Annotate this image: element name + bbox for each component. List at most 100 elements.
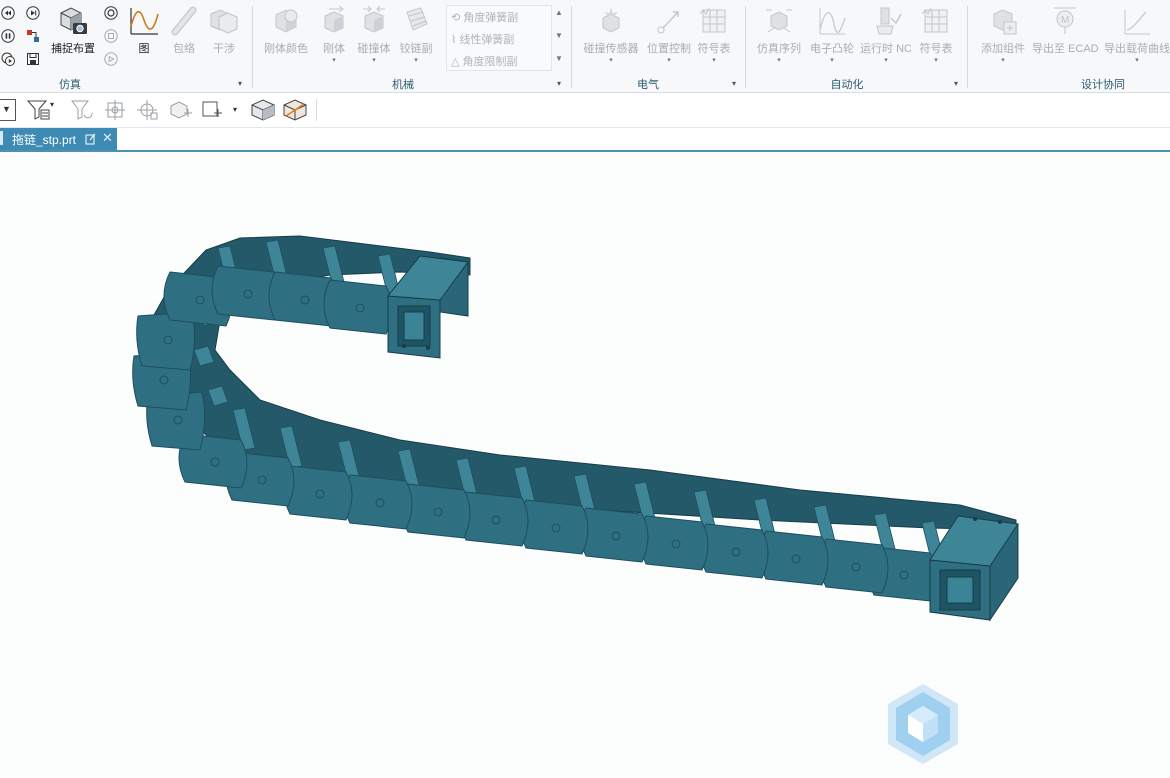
save-state-icon[interactable] — [26, 52, 40, 66]
snap-icon[interactable] — [26, 29, 40, 43]
filter-reset-icon[interactable] — [70, 99, 96, 121]
collision-sensor-button[interactable]: 碰撞传感器 ▾ — [582, 4, 640, 65]
linear-spring-label: 线性弹簧副 — [459, 34, 515, 46]
rewind-icon[interactable] — [1, 6, 15, 20]
runtime-nc-label: 运行时 NC — [860, 43, 912, 55]
angle-spring-item[interactable]: ⟲ 角度弹簧副 — [451, 9, 518, 25]
shaded-cube-icon[interactable] — [250, 99, 276, 121]
play-icon[interactable] — [1, 52, 15, 66]
angle-spring-label: 角度弹簧副 — [463, 12, 519, 24]
group-expand-icon[interactable]: ▾ — [557, 79, 561, 88]
document-tab[interactable]: 拖链_stp.prt ✕ — [0, 128, 117, 150]
chain-link-plate — [759, 530, 829, 586]
group-automation: 仿真序列 ▾ 电子凸轮 ▾ 运行时 NC ▾ 符号表 ▾ 自动化 ▾ — [746, 0, 967, 92]
group-expand-icon[interactable]: ▾ — [238, 79, 242, 88]
collision-body-button[interactable]: 碰撞体 ▾ — [356, 4, 392, 65]
group-title-electrical: 电气 — [637, 79, 659, 91]
crosshair-icon[interactable] — [136, 99, 162, 121]
snap-point-icon[interactable] — [104, 99, 130, 121]
capture-layout-icon — [60, 7, 87, 34]
spring-scroll-down[interactable]: ▼ — [555, 31, 563, 40]
group-expand-icon[interactable]: ▾ — [732, 79, 736, 88]
spring-scroll-up[interactable]: ▲ — [555, 8, 563, 17]
rigid-color-label: 刚体颜色 — [264, 43, 308, 55]
selection-filter-dropdown[interactable]: ▼ — [0, 99, 16, 121]
export-curve-icon — [1124, 10, 1150, 35]
pause-icon[interactable] — [1, 29, 15, 43]
svg-text:▾: ▾ — [233, 105, 237, 114]
interference-label: 干涉 — [213, 43, 235, 55]
add-component-label: 添加组件 — [981, 43, 1025, 55]
sim-sequence-label: 仿真序列 — [757, 43, 801, 55]
capture-layout-button[interactable]: 捕捉布置 — [48, 4, 98, 56]
hinge-icon — [406, 7, 428, 31]
rigid-color-icon — [275, 9, 298, 33]
group-design-collab: 添加组件 ▾ M 导出至 ECAD 导出载荷曲线 ▾ 设计协同 — [968, 0, 1170, 92]
electronic-cam-button[interactable]: 电子凸轮 ▾ — [808, 4, 856, 65]
angle-limit-label: 角度限制副 — [462, 56, 518, 68]
graphics-viewport[interactable] — [0, 152, 1170, 778]
chevron-down-icon: ▼ — [2, 104, 11, 114]
collision-body-label: 碰撞体 — [357, 43, 391, 55]
svg-text:▾: ▾ — [50, 100, 54, 109]
graph-button[interactable]: 图 — [126, 4, 162, 56]
step-play-icon[interactable] — [104, 52, 118, 66]
section-cube-icon[interactable] — [282, 99, 308, 121]
interference-button[interactable]: 干涉 — [206, 4, 242, 56]
face-filter-icon[interactable]: ▾ — [200, 99, 240, 121]
symbol-table-button-auto[interactable]: 符号表 ▾ — [918, 4, 954, 65]
group-expand-icon[interactable]: ▾ — [954, 79, 958, 88]
chain-link-plate — [519, 499, 589, 555]
add-component-button[interactable]: 添加组件 ▾ — [978, 4, 1028, 65]
symbol-table-icon — [699, 7, 726, 33]
step-forward-icon[interactable] — [26, 6, 40, 20]
envelope-button[interactable]: 包络 — [166, 4, 202, 56]
position-control-icon — [657, 11, 679, 34]
chain-link-plate — [699, 523, 769, 579]
stop-icon[interactable] — [104, 29, 118, 43]
spring-panel: ⟲ 角度弹簧副 ⌇ 线性弹簧副 △ 角度限制副 — [446, 5, 552, 71]
symbol-table-icon — [921, 7, 948, 33]
hinge-pair-button[interactable]: 铰链副 ▾ — [396, 4, 436, 65]
modified-icon — [85, 133, 96, 145]
limit-icon: △ — [451, 56, 463, 68]
runtime-nc-button[interactable]: 运行时 NC ▾ — [858, 4, 914, 65]
collision-sensor-label: 碰撞传感器 — [583, 43, 639, 55]
capture-layout-label: 捕捉布置 — [51, 43, 95, 55]
filter-icon[interactable]: ▾ — [26, 99, 56, 121]
record-icon[interactable] — [104, 6, 118, 20]
group-title-mechanical: 机械 — [392, 79, 414, 91]
spring-icon: ⟲ — [451, 12, 464, 24]
cable-chain-model[interactable] — [0, 152, 1170, 778]
toolbar-divider — [316, 99, 317, 121]
position-control-button[interactable]: 位置控制 ▾ — [646, 4, 692, 65]
add-component-icon — [993, 9, 1017, 35]
group-electrical: 碰撞传感器 ▾ 位置控制 ▾ 符号表 ▾ 电气 ▾ — [572, 0, 745, 92]
interference-icon — [210, 9, 238, 34]
envelope-label: 包络 — [173, 43, 195, 55]
angle-limit-item[interactable]: △ 角度限制副 — [451, 53, 518, 69]
rigid-body-button[interactable]: 刚体 ▾ — [317, 4, 351, 65]
body-filter-icon[interactable] — [168, 99, 196, 121]
linear-spring-item[interactable]: ⌇ 线性弹簧副 — [451, 31, 514, 47]
export-load-curve-label: 导出载荷曲线 — [1104, 43, 1170, 55]
export-load-curve-button[interactable]: 导出载荷曲线 ▾ — [1104, 4, 1170, 65]
svg-text:M: M — [1061, 15, 1069, 26]
symbol-table-label: 符号表 — [919, 43, 953, 55]
rigid-color-button[interactable]: 刚体颜色 — [261, 4, 311, 56]
ribbon: 捕捉布置 图 包络 干涉 仿真 ▾ 刚体颜色 刚体 ▾ 碰撞体 ▾ 铰链副 ▾ … — [0, 0, 1170, 93]
symbol-table-button-elec[interactable]: 符号表 ▾ — [696, 4, 732, 65]
chain-link-plate — [323, 279, 393, 335]
export-ecad-button[interactable]: M 导出至 ECAD — [1032, 4, 1099, 56]
group-title-automation: 自动化 — [830, 79, 864, 91]
sim-sequence-button[interactable]: 仿真序列 ▾ — [754, 4, 804, 65]
document-tabbar: 拖链_stp.prt ✕ — [0, 128, 1170, 152]
chain-link-plate — [579, 507, 649, 563]
selection-toolbar: ▼ ▾ ▾ — [0, 93, 1170, 128]
spring-expand[interactable]: ▼ — [555, 54, 563, 63]
cam-icon — [819, 8, 846, 35]
chain-link-plate — [819, 538, 889, 594]
sequence-icon — [766, 9, 792, 33]
group-title-design-collab: 设计协同 — [1081, 79, 1125, 91]
close-icon[interactable]: ✕ — [102, 130, 113, 146]
